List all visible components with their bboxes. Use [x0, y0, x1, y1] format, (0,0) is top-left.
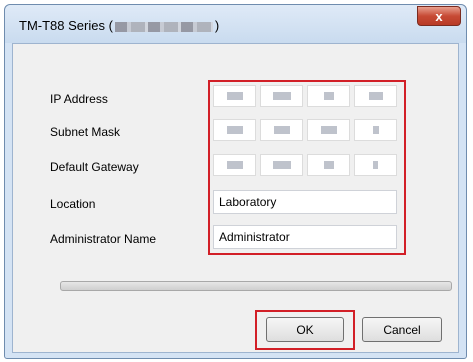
fields-highlight-frame [208, 80, 406, 255]
administrator-name-label: Administrator Name [50, 232, 157, 246]
progress-bar [60, 281, 452, 291]
default-gateway-label: Default Gateway [50, 160, 139, 174]
ip-address-label: IP Address [50, 92, 108, 106]
cancel-button[interactable]: Cancel [362, 317, 442, 342]
location-label: Location [50, 197, 96, 211]
close-icon: x [435, 8, 443, 24]
title-prefix: TM-T88 Series ( [19, 18, 113, 33]
title-suffix: ) [214, 18, 220, 33]
subnet-mask-label: Subnet Mask [50, 125, 121, 139]
window-title: TM-T88 Series () [19, 18, 219, 33]
redacted-address [114, 21, 213, 32]
ok-button-highlight-frame [255, 310, 355, 350]
title-bar: TM-T88 Series () x [5, 5, 466, 43]
close-button[interactable]: x [417, 6, 461, 26]
